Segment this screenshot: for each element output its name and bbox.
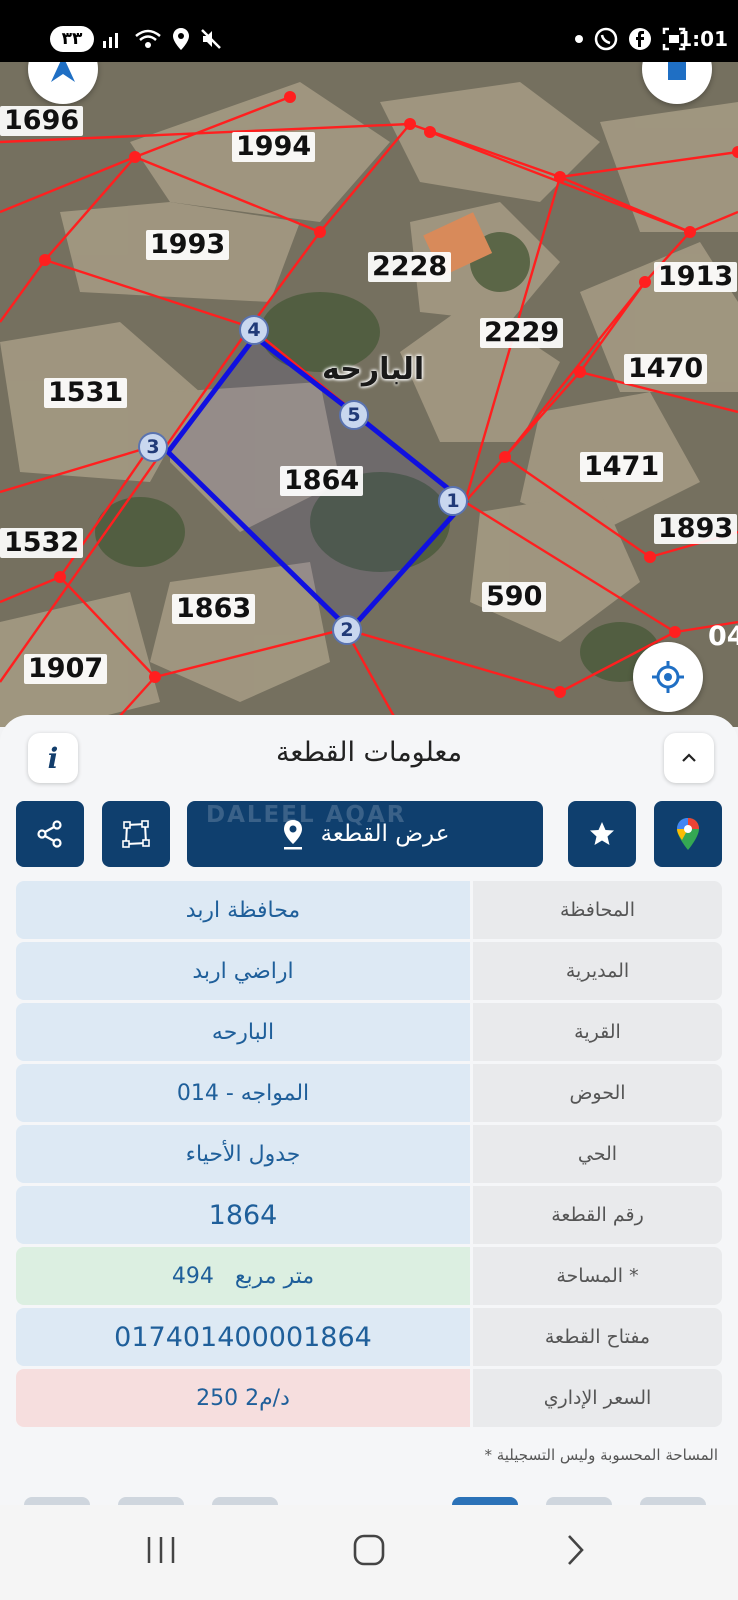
my-location-button[interactable] [633, 642, 703, 712]
location-icon [173, 28, 189, 50]
system-navigation-bar [0, 1505, 738, 1600]
plot-number: 1907 [24, 654, 108, 684]
row-value: اراضي اربد [16, 942, 470, 1000]
parcel-info-sheet: i معلومات القطعة عرض القطعة DALEEL AQAR … [0, 715, 738, 1505]
plot-number: 1893 [654, 514, 738, 544]
draw-polygon-button[interactable] [102, 801, 170, 867]
table-row: المواجه - 014 الحوض [16, 1064, 722, 1122]
vertex-marker[interactable]: 1 [438, 486, 468, 516]
row-label: المساحة * [473, 1247, 722, 1305]
chevron-right-icon [568, 1535, 584, 1565]
mute-icon [201, 29, 221, 49]
plot-number: 1470 [624, 354, 708, 384]
village-label: البارحه [322, 352, 425, 387]
polygon-select-icon [122, 820, 150, 848]
favorite-button[interactable] [568, 801, 636, 867]
row-label: المديرية [473, 942, 722, 1000]
plot-number: 04 [708, 621, 738, 652]
row-label: المحافظة [473, 881, 722, 939]
row-label: القرية [473, 1003, 722, 1061]
table-row: جدول الأحياء الحي [16, 1125, 722, 1183]
row-label: الحي [473, 1125, 722, 1183]
table-row: 017401400001864 مفتاح القطعة [16, 1308, 722, 1366]
plot-number: 1696 [0, 106, 84, 136]
signal-bars-icon [103, 33, 118, 48]
row-value: البارحه [16, 1003, 470, 1061]
dot-icon [575, 35, 583, 43]
vertex-marker[interactable]: 5 [339, 400, 369, 430]
recent-apps-icon [147, 1537, 175, 1563]
plot-number: 1994 [232, 132, 316, 162]
sheet-header: i معلومات القطعة [0, 723, 738, 789]
facebook-icon [629, 28, 651, 50]
plot-number: 2229 [480, 318, 564, 348]
plot-number: 590 [482, 582, 547, 612]
watermark-text: DALEEL AQAR [206, 802, 407, 828]
table-row: 250 د/م2 السعر الإداري [16, 1369, 722, 1427]
row-label: رقم القطعة [473, 1186, 722, 1244]
plot-number: 1532 [0, 528, 84, 558]
sheet-title: معلومات القطعة [275, 737, 463, 768]
satellite-map[interactable]: 1696 1994 1993 2228 1913 2229 1470 1531 … [0, 62, 738, 727]
recent-apps-button[interactable] [131, 1525, 191, 1575]
notification-count-badge: ٣٣ [50, 26, 94, 52]
google-maps-button[interactable] [654, 801, 722, 867]
vertex-marker[interactable]: 3 [138, 432, 168, 462]
row-value: 494 متر مربع [16, 1247, 470, 1305]
row-label: السعر الإداري [473, 1369, 722, 1427]
parcel-info-table: محافظة اربد المحافظة اراضي اربد المديرية… [16, 881, 722, 1430]
plot-number: 1864 [280, 466, 364, 496]
share-button[interactable] [16, 801, 84, 867]
row-label: الحوض [473, 1064, 722, 1122]
plot-number: 1863 [172, 594, 256, 624]
collapse-button[interactable] [664, 733, 714, 783]
whatsapp-icon [594, 27, 618, 51]
plot-number: 1913 [654, 262, 738, 292]
home-button[interactable] [339, 1525, 399, 1575]
locate-target-icon [652, 661, 684, 693]
plot-number: 1993 [146, 230, 230, 260]
back-button[interactable] [545, 1525, 605, 1575]
star-badge-icon [590, 822, 614, 845]
table-row: 494 متر مربع المساحة * [16, 1247, 722, 1305]
share-icon [37, 820, 62, 848]
area-footnote: * المساحة المحسوبة وليس التسجيلية [484, 1446, 718, 1464]
north-arrow-icon [51, 62, 75, 82]
row-value: 017401400001864 [16, 1308, 470, 1366]
table-row: البارحه القرية [16, 1003, 722, 1061]
table-row: محافظة اربد المحافظة [16, 881, 722, 939]
plot-number: 2228 [368, 252, 452, 282]
table-row: 1864 رقم القطعة [16, 1186, 722, 1244]
row-value: 250 د/م2 [16, 1369, 470, 1427]
wifi-icon [135, 29, 161, 48]
home-icon [353, 1534, 385, 1566]
status-bar: ٣٣ 1:01 [0, 0, 738, 62]
row-value: محافظة اربد [16, 881, 470, 939]
row-value: 1864 [16, 1186, 470, 1244]
layers-icon [668, 62, 686, 80]
vertex-marker[interactable]: 4 [239, 315, 269, 345]
row-label: مفتاح القطعة [473, 1308, 722, 1366]
chevron-up-icon [682, 753, 696, 762]
vertex-marker[interactable]: 2 [332, 615, 362, 645]
plot-number: 1531 [44, 378, 128, 408]
plot-number: 1471 [580, 452, 664, 482]
row-value: جدول الأحياء [16, 1125, 470, 1183]
clock: 1:01 [678, 27, 728, 51]
row-value: المواجه - 014 [16, 1064, 470, 1122]
google-maps-icon [677, 818, 699, 850]
table-row: اراضي اربد المديرية [16, 942, 722, 1000]
